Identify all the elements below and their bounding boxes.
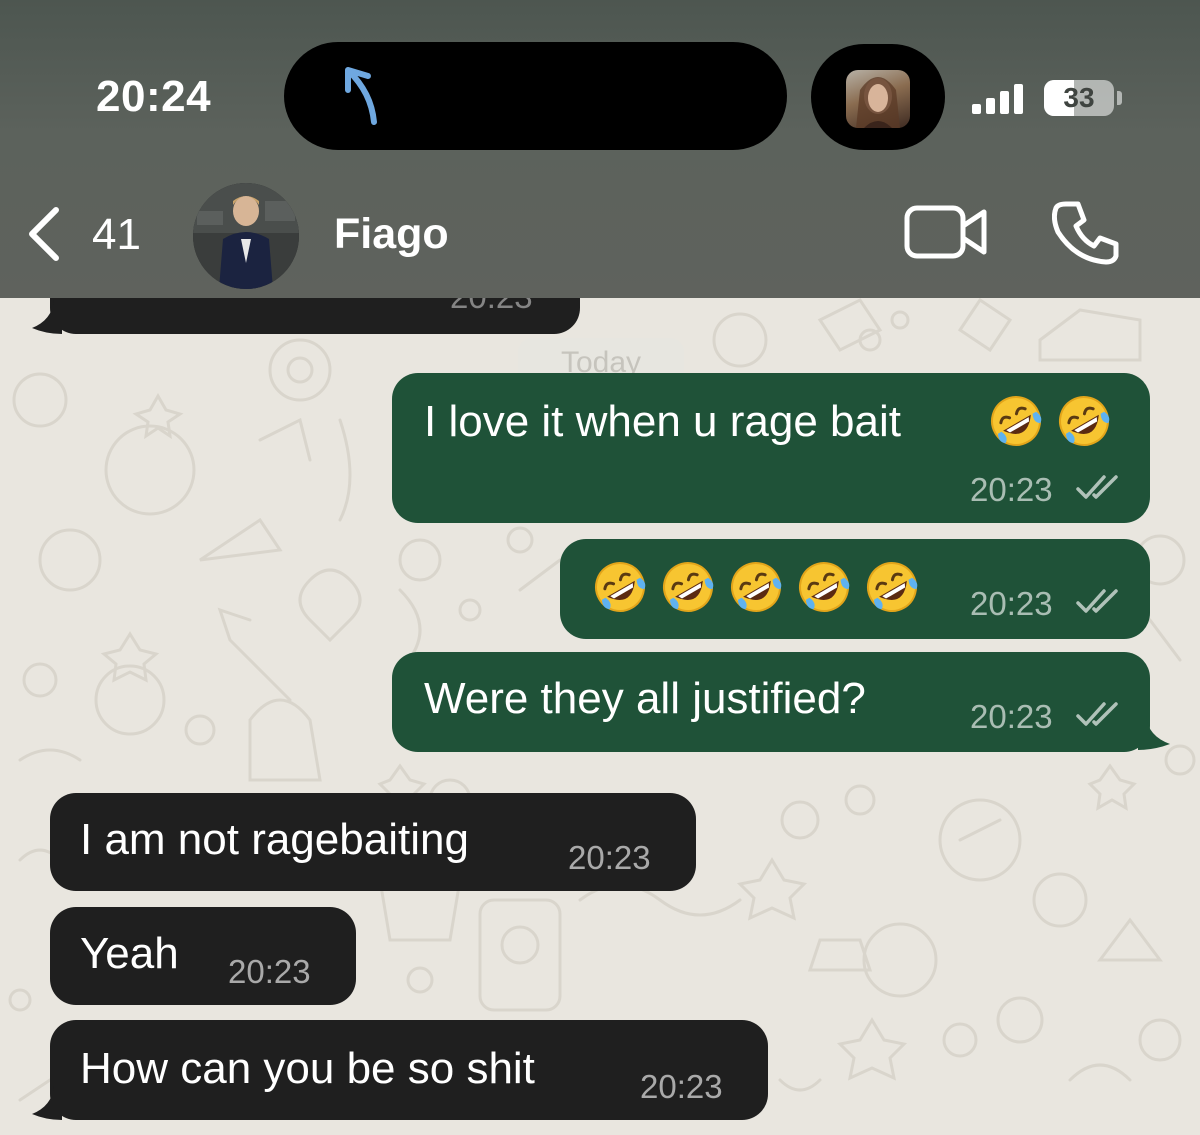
message-time: 20:23 (568, 839, 651, 876)
battery-terminal (1117, 91, 1122, 105)
message-text: Were they all justified? (424, 674, 866, 723)
message-text: Yeah (80, 929, 179, 978)
rolling-on-floor-laughing-emoji (988, 393, 1044, 449)
outgoing-message-bubble[interactable]: I love it when u rage bait 20:23 (392, 373, 1150, 523)
video-camera-icon[interactable] (904, 204, 988, 260)
bubble-tail (1138, 716, 1170, 750)
contact-name[interactable]: Fiago (334, 210, 449, 259)
rolling-on-floor-laughing-emoji (1056, 393, 1112, 449)
incoming-message-bubble[interactable]: Yeah 20:23 (50, 907, 356, 1005)
outgoing-message-bubble[interactable]: 20:23 (560, 539, 1150, 639)
incoming-message-bubble[interactable]: I am not ragebaiting 20:23 (50, 793, 696, 891)
phone-icon[interactable] (1052, 198, 1120, 266)
message-time: 20:23 (640, 1068, 723, 1105)
chat-header: 20:24 33 41 Fiago (0, 0, 1200, 298)
rolling-on-floor-laughing-emoji (592, 559, 648, 615)
bubble-tail (32, 1086, 62, 1120)
cellular-signal-icon (972, 84, 1023, 114)
contact-avatar[interactable] (193, 183, 299, 289)
message-text-content: I love it when u rage bait (424, 397, 901, 446)
now-playing-artwork[interactable] (846, 70, 910, 128)
message-time: 20:23 (970, 471, 1053, 508)
rolling-on-floor-laughing-emoji (660, 559, 716, 615)
unread-chats-count[interactable]: 41 (92, 210, 141, 260)
message-time: 20:23 (970, 698, 1053, 735)
message-time: 20:23 (228, 953, 311, 990)
rolling-on-floor-laughing-emoji (728, 559, 784, 615)
message-time: 20:23 (970, 585, 1053, 622)
bubble-tail (32, 300, 62, 334)
double-check-icon (1076, 587, 1122, 617)
rolling-on-floor-laughing-emoji (864, 559, 920, 615)
incoming-message-bubble[interactable]: How can you be so shit 20:23 (50, 1020, 768, 1120)
message-text: I am not ragebaiting (80, 815, 469, 864)
message-text: I love it when u rage bait (424, 397, 901, 447)
double-check-icon (1076, 473, 1122, 503)
status-bar-time: 20:24 (96, 72, 212, 121)
outgoing-message-bubble[interactable]: Were they all justified? 20:23 (392, 652, 1150, 752)
navigation-arrow-icon (345, 67, 377, 125)
battery-percentage: 33 (1063, 82, 1095, 113)
rolling-on-floor-laughing-emoji (796, 559, 852, 615)
message-text: How can you be so shit (80, 1044, 535, 1093)
chevron-left-icon[interactable] (26, 206, 62, 262)
double-check-icon (1076, 700, 1122, 730)
